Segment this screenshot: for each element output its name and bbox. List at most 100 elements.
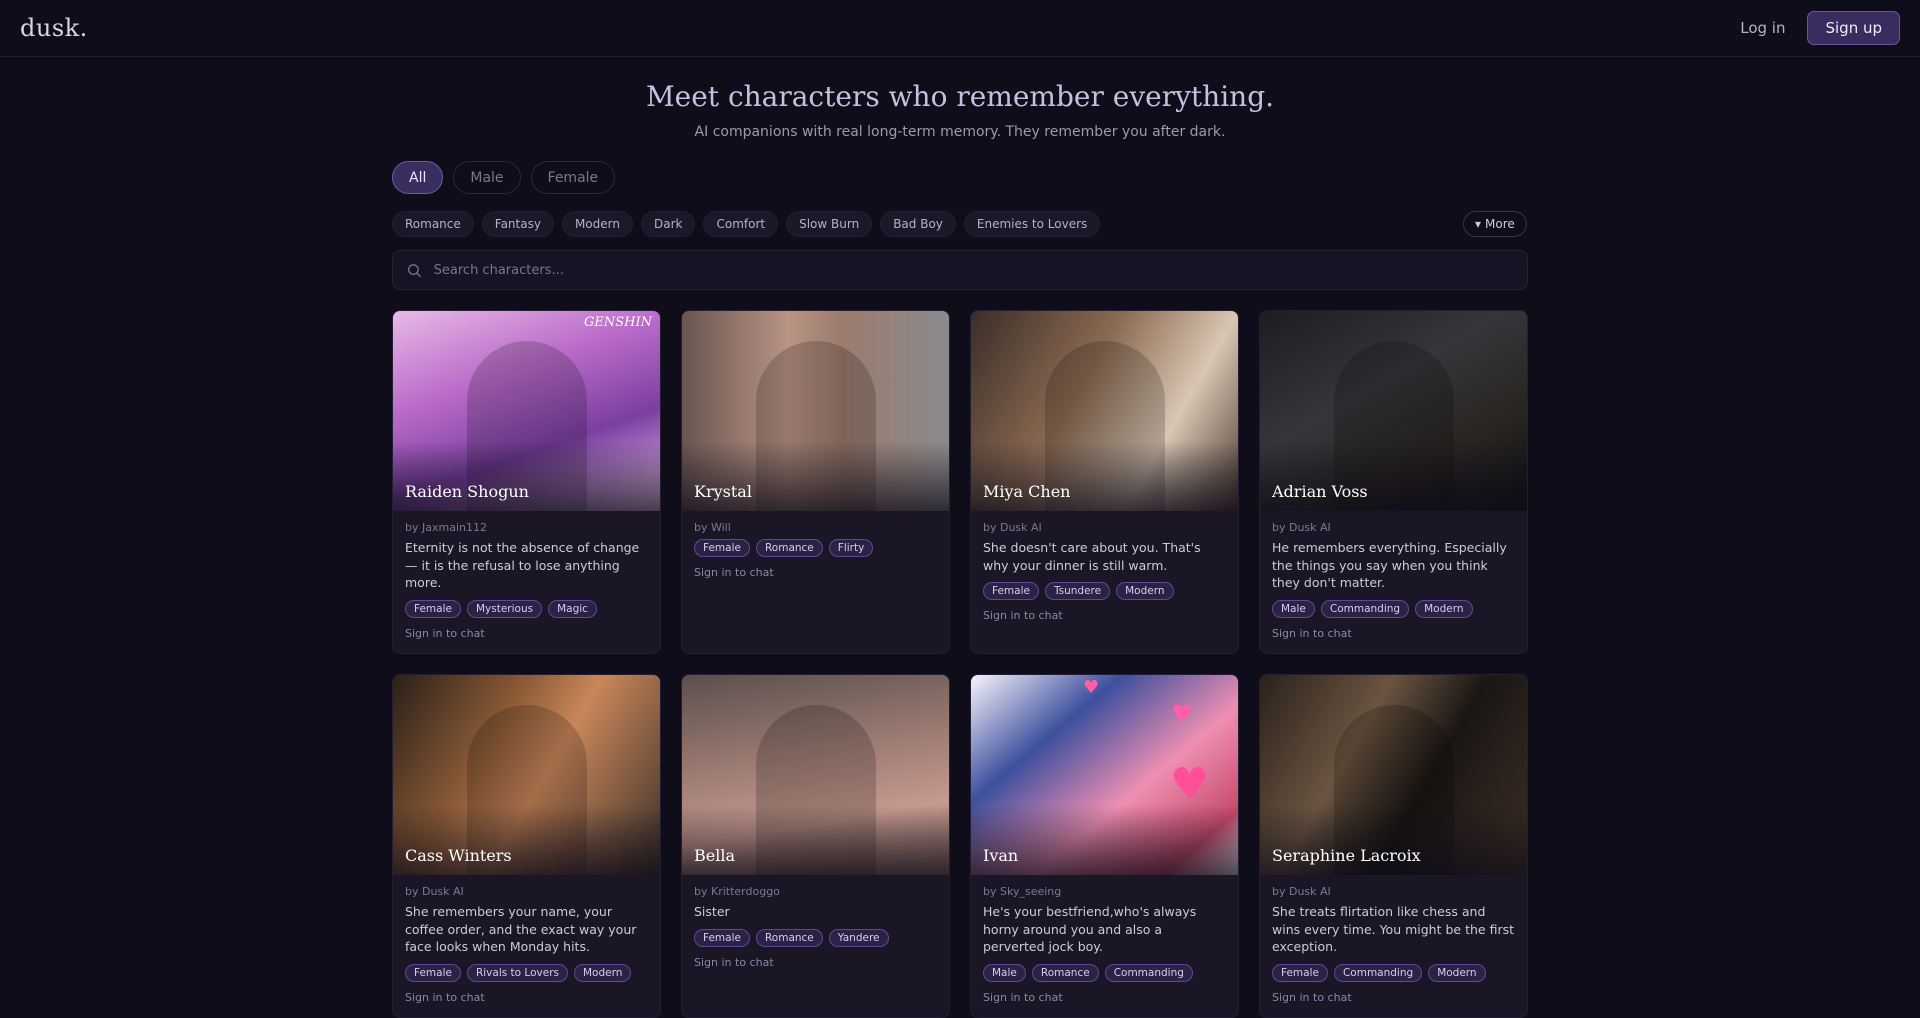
genre-chip[interactable]: Slow Burn — [786, 211, 873, 237]
character-card[interactable]: GENSHIN Raiden Shogun by Jaxmain112 Eter… — [392, 310, 661, 654]
tag[interactable]: Commanding — [1333, 963, 1423, 982]
character-name: Miya Chen — [983, 482, 1071, 501]
character-tags: Female Romance Flirty — [694, 539, 937, 557]
tag[interactable]: Romance — [1031, 963, 1099, 982]
tag[interactable]: Female — [405, 599, 461, 618]
top-bar: dusk. Log in Sign up — [0, 0, 1920, 57]
tag[interactable]: Tsundere — [1044, 582, 1111, 600]
character-card[interactable]: Bella by Kritterdoggo Sister Female Roma… — [681, 674, 950, 1018]
heart-icon: ♥ — [1170, 759, 1210, 810]
genre-chip[interactable]: Bad Boy — [880, 211, 956, 237]
tag[interactable]: Commanding — [1320, 599, 1410, 618]
character-image: Seraphine Lacroix — [1260, 675, 1527, 875]
character-name: Seraphine Lacroix — [1272, 846, 1421, 865]
character-name: Bella — [694, 846, 735, 865]
character-author[interactable]: by Dusk AI — [1272, 885, 1515, 898]
search-icon — [408, 263, 421, 277]
tag[interactable]: Romance — [755, 539, 823, 557]
genre-chip[interactable]: Comfort — [703, 211, 779, 237]
search-input[interactable] — [433, 262, 1513, 278]
character-description: Sister — [694, 904, 730, 919]
character-image: ♥ ♥ ♥ Ivan — [971, 675, 1238, 875]
hero-subtitle: AI companions with real long-term memory… — [694, 124, 1226, 140]
tag[interactable]: Modern — [1428, 963, 1486, 982]
character-name: Raiden Shogun — [405, 482, 529, 501]
signup-button[interactable]: Sign up — [1807, 11, 1900, 45]
tag[interactable]: Flirty — [828, 539, 874, 557]
character-author[interactable]: by Kritterdoggo — [694, 885, 937, 898]
character-description: She doesn't care about you. That's why y… — [983, 540, 1201, 573]
character-author[interactable]: by Will — [694, 521, 937, 534]
tag[interactable]: Modern — [1415, 599, 1473, 618]
tag[interactable]: Female — [1272, 963, 1328, 982]
tag[interactable]: Yandere — [828, 928, 889, 947]
more-label: More — [1485, 217, 1515, 231]
character-card[interactable]: Adrian Voss by Dusk AI He remembers ever… — [1259, 310, 1528, 654]
character-image: Adrian Voss — [1260, 311, 1527, 511]
genre-chip[interactable]: Fantasy — [481, 211, 554, 237]
character-tags: Male Commanding Modern — [1272, 599, 1515, 618]
character-card[interactable]: Cass Winters by Dusk AI She remembers yo… — [392, 674, 661, 1018]
character-grid: GENSHIN Raiden Shogun by Jaxmain112 Eter… — [392, 310, 1528, 1018]
tag[interactable]: Magic — [548, 599, 597, 618]
heart-icon: ♥ — [1083, 677, 1100, 698]
character-author[interactable]: by Dusk AI — [983, 521, 1226, 534]
character-card[interactable]: ♥ ♥ ♥ Ivan by Sky_seeing He's your bestf… — [970, 674, 1239, 1018]
character-image: Miya Chen — [971, 311, 1238, 511]
game-watermark: GENSHIN — [583, 315, 652, 330]
character-image: Bella — [682, 675, 949, 875]
gender-all-pill[interactable]: All — [392, 161, 444, 194]
tag[interactable]: Mysterious — [466, 599, 543, 618]
tag[interactable]: Modern — [1116, 582, 1174, 600]
hero-title: Meet characters who remember everything. — [645, 80, 1275, 113]
sign-in-to-chat-link[interactable]: Sign in to chat — [1272, 627, 1515, 640]
tag[interactable]: Romance — [755, 928, 823, 947]
character-author[interactable]: by Jaxmain112 — [405, 521, 648, 534]
character-tags: Male Romance Commanding — [983, 963, 1226, 982]
character-description: She remembers your name, your coffee ord… — [405, 904, 637, 954]
character-description: He remembers everything. Especially the … — [1272, 540, 1507, 590]
tag[interactable]: Modern — [573, 963, 632, 982]
character-description: Eternity is not the absence of change — … — [405, 540, 640, 590]
tag[interactable]: Female — [983, 582, 1039, 600]
tag[interactable]: Commanding — [1104, 963, 1193, 982]
genre-chip[interactable]: Dark — [640, 211, 696, 237]
tag[interactable]: Female — [694, 928, 750, 947]
character-description: He's your bestfriend,who's always horny … — [983, 904, 1197, 954]
sign-in-to-chat-link[interactable]: Sign in to chat — [983, 991, 1226, 1004]
brand-logo[interactable]: dusk. — [20, 14, 88, 42]
tag[interactable]: Rivals to Lovers — [466, 963, 568, 982]
character-card[interactable]: Krystal by Will Female Romance Flirty Si… — [681, 310, 950, 654]
tag[interactable]: Male — [983, 963, 1026, 982]
auth-actions: Log in Sign up — [1740, 11, 1900, 45]
genre-filter: Romance Fantasy Modern Dark Comfort Slow… — [392, 211, 1101, 237]
character-image: Krystal — [682, 311, 949, 511]
character-card[interactable]: Miya Chen by Dusk AI She doesn't care ab… — [970, 310, 1239, 654]
character-name: Ivan — [983, 846, 1019, 865]
sign-in-to-chat-link[interactable]: Sign in to chat — [694, 566, 937, 579]
character-name: Cass Winters — [405, 846, 512, 865]
sign-in-to-chat-link[interactable]: Sign in to chat — [983, 609, 1226, 622]
character-author[interactable]: by Dusk AI — [405, 885, 648, 898]
tag[interactable]: Female — [694, 539, 750, 557]
character-name: Krystal — [694, 482, 752, 501]
character-tags: Female Mysterious Magic — [405, 599, 648, 618]
sign-in-to-chat-link[interactable]: Sign in to chat — [405, 991, 648, 1004]
gender-female-pill[interactable]: Female — [530, 161, 616, 194]
sign-in-to-chat-link[interactable]: Sign in to chat — [1272, 991, 1515, 1004]
gender-male-pill[interactable]: Male — [453, 161, 521, 194]
character-author[interactable]: by Sky_seeing — [983, 885, 1226, 898]
genre-chip[interactable]: Modern — [561, 211, 633, 237]
tag[interactable]: Female — [405, 963, 461, 982]
character-tags: Female Rivals to Lovers Modern — [405, 963, 648, 982]
more-genres-button[interactable]: ▾ More — [1463, 211, 1527, 237]
genre-chip[interactable]: Enemies to Lovers — [963, 211, 1101, 237]
genre-chip[interactable]: Romance — [392, 211, 474, 237]
character-card[interactable]: Seraphine Lacroix by Dusk AI She treats … — [1259, 674, 1528, 1018]
sign-in-to-chat-link[interactable]: Sign in to chat — [405, 627, 648, 640]
caret-down-icon: ▾ — [1475, 217, 1482, 231]
tag[interactable]: Male — [1272, 599, 1315, 618]
character-author[interactable]: by Dusk AI — [1272, 521, 1515, 534]
login-link[interactable]: Log in — [1740, 19, 1785, 37]
sign-in-to-chat-link[interactable]: Sign in to chat — [694, 956, 937, 969]
